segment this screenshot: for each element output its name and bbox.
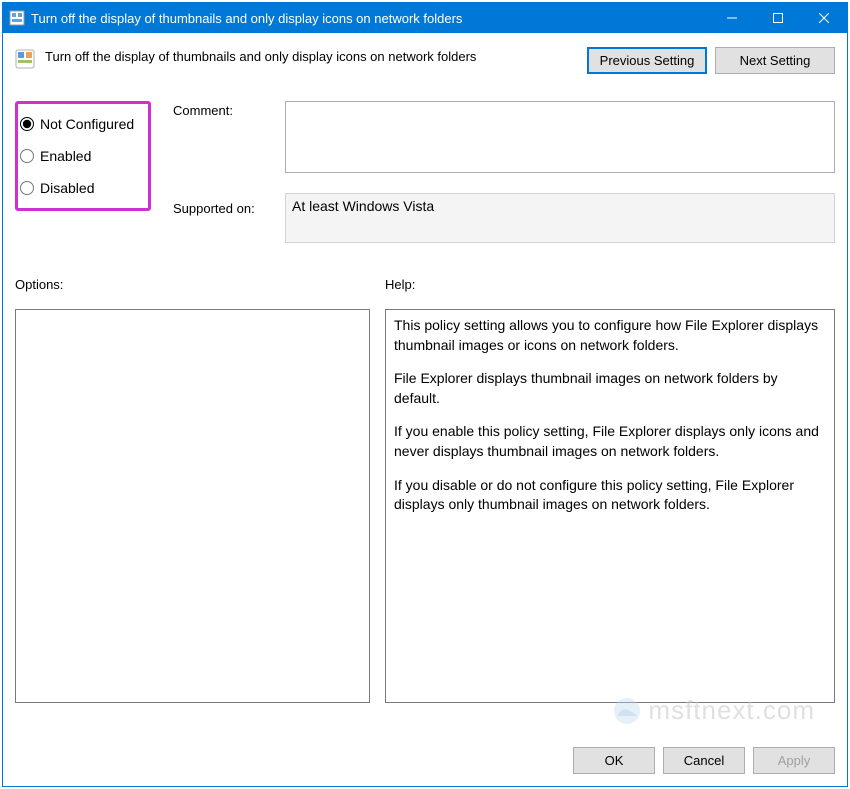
comment-label: Comment: bbox=[173, 103, 233, 118]
titlebar: Turn off the display of thumbnails and o… bbox=[3, 3, 847, 33]
cancel-button[interactable]: Cancel bbox=[663, 747, 745, 774]
radio-enabled[interactable]: Enabled bbox=[20, 140, 142, 172]
ok-button[interactable]: OK bbox=[573, 747, 655, 774]
apply-button: Apply bbox=[753, 747, 835, 774]
supported-field: At least Windows Vista bbox=[285, 193, 835, 243]
help-paragraph: If you disable or do not configure this … bbox=[394, 476, 826, 515]
help-paragraph: This policy setting allows you to config… bbox=[394, 316, 826, 355]
maximize-button[interactable] bbox=[755, 3, 801, 33]
help-paragraph: File Explorer displays thumbnail images … bbox=[394, 369, 826, 408]
options-label: Options: bbox=[15, 277, 63, 292]
options-box bbox=[15, 309, 370, 703]
radio-disabled[interactable]: Disabled bbox=[20, 172, 142, 204]
next-setting-button[interactable]: Next Setting bbox=[715, 47, 835, 74]
comment-input[interactable] bbox=[285, 101, 835, 173]
window-icon bbox=[9, 10, 25, 26]
policy-icon bbox=[15, 49, 35, 69]
close-button[interactable] bbox=[801, 3, 847, 33]
supported-label: Supported on: bbox=[173, 201, 255, 216]
help-box[interactable]: This policy setting allows you to config… bbox=[385, 309, 835, 703]
help-label: Help: bbox=[385, 277, 415, 292]
radio-label: Disabled bbox=[40, 180, 94, 196]
state-radio-group: Not Configured Enabled Disabled bbox=[15, 101, 151, 211]
radio-not-configured[interactable]: Not Configured bbox=[20, 108, 142, 140]
help-paragraph: If you enable this policy setting, File … bbox=[394, 422, 826, 461]
previous-setting-button[interactable]: Previous Setting bbox=[587, 47, 707, 74]
policy-title: Turn off the display of thumbnails and o… bbox=[45, 47, 579, 64]
radio-label: Enabled bbox=[40, 148, 91, 164]
minimize-button[interactable] bbox=[709, 3, 755, 33]
radio-label: Not Configured bbox=[40, 116, 134, 132]
window-title: Turn off the display of thumbnails and o… bbox=[31, 11, 709, 26]
